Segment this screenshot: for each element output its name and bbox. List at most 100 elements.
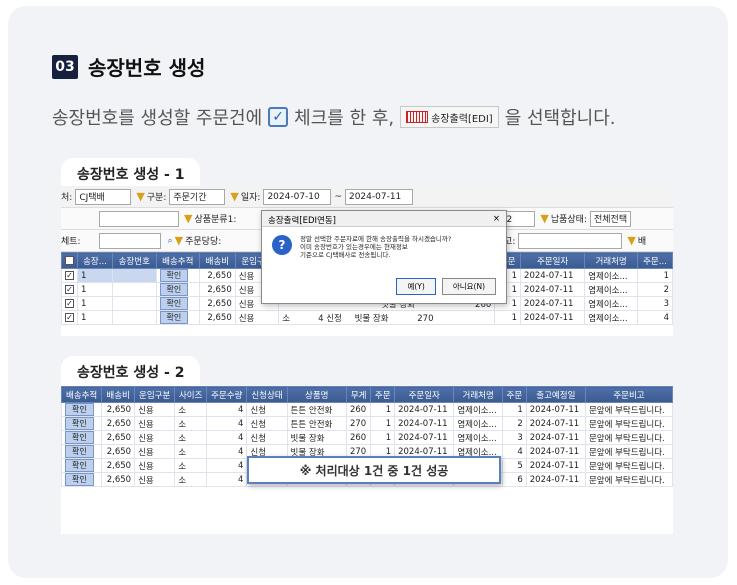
col-header[interactable]: 주문... <box>636 252 673 269</box>
row-checkbox[interactable]: ✓ <box>61 296 78 311</box>
table-cell: 2,650 <box>101 444 136 459</box>
table-cell: 튼튼 안전화 <box>286 402 347 417</box>
yes-button[interactable]: 예(Y) <box>396 278 436 295</box>
table-cell: 염제이소... <box>453 430 503 445</box>
table-cell: 신청 <box>246 430 288 445</box>
table-cell: 소 <box>174 444 208 459</box>
instruction-part3: 을 선택합니다. <box>504 108 616 129</box>
table-cell: 신용 <box>134 416 176 431</box>
col-header[interactable]: 무게 <box>345 386 372 403</box>
panel1-screenshot: 처: CJ택배 ▼ 구분: 주문기간 ▼ 일자: 2024-07-10 ~ 20… <box>61 186 673 336</box>
col-header[interactable]: 운임구분 <box>134 386 176 403</box>
carrier-select[interactable]: CJ택배 <box>75 188 132 205</box>
table-row[interactable]: 확인 2,650 신용 소 4 신청 튼튼 안전화 270 1 2024-07-11 염제이소...… <box>61 416 673 431</box>
invoice-number-cell <box>111 310 157 325</box>
row-checkbox[interactable]: ✓ <box>61 282 78 297</box>
table-row[interactable]: 확인 2,650 신용 소 4 신청 빗물 장화 260 1 2024-07-11 염제이소... 3… <box>61 430 673 445</box>
date-from-input[interactable]: 2024-07-10 <box>263 188 332 205</box>
table-cell: 확인 <box>61 472 103 487</box>
table-cell: 신청 <box>246 416 288 431</box>
tracking-button[interactable]: 확인 <box>65 459 94 472</box>
table-cell: 270 <box>345 416 372 431</box>
tracking-button[interactable]: 확인 <box>65 445 94 458</box>
col-header[interactable]: 주문일자 <box>520 252 586 269</box>
filter-icon: ▼ <box>174 234 184 247</box>
type-select[interactable]: 주문기간 <box>169 188 226 205</box>
dialog-titlebar: 송장출력[EDI연동] × <box>262 211 506 227</box>
date-to-input[interactable]: 2024-07-11 <box>344 188 413 205</box>
row-checkbox[interactable]: ✓ <box>61 268 78 283</box>
table-cell: 확인 <box>61 458 103 473</box>
col-header[interactable]: 주문수량 <box>206 386 248 403</box>
table-cell: 신용 <box>134 472 176 487</box>
col-header[interactable]: 상품명 <box>286 386 347 403</box>
table-cell: 2 <box>502 416 527 431</box>
search-input[interactable] <box>99 210 179 227</box>
table-cell: 1 <box>370 416 396 431</box>
close-icon[interactable]: × <box>493 214 500 224</box>
table-cell: 2,650 <box>101 416 136 431</box>
tracking-button[interactable]: 확인 <box>65 403 94 416</box>
row-checkbox[interactable]: ✓ <box>61 310 78 325</box>
col-header[interactable]: 출고예정일 <box>525 386 586 403</box>
table-cell: 2024-07-11 <box>394 402 455 417</box>
col-header[interactable]: 주문 <box>370 386 396 403</box>
table-cell: 빗물 장화 <box>286 430 347 445</box>
select-all-checkbox[interactable]: ✓ <box>61 252 78 269</box>
edi-confirm-dialog: 송장출력[EDI연동] × ? 정말 선택한 주문자료에 한해 송장출력을 하시… <box>261 210 507 304</box>
col-header[interactable]: 배송비 <box>101 386 136 403</box>
col-header[interactable]: 배송추적 <box>61 386 103 403</box>
tracking-button[interactable]: 확인 <box>65 431 94 444</box>
invoice-number-cell <box>111 268 157 283</box>
table-cell: 소 <box>174 472 208 487</box>
table-cell: 5 <box>502 458 527 473</box>
col-header[interactable]: 송장번호 <box>111 252 157 269</box>
col-header[interactable]: 송장... <box>77 252 113 269</box>
table-cell: 2024-07-11 <box>394 416 455 431</box>
table-header-row: 배송추적 배송비 운임구분 사이즈 주문수량 신청상태 상품명 무게 주문 주문… <box>61 386 673 403</box>
table-cell: 4 <box>206 430 248 445</box>
filter-icon: ▼ <box>627 234 636 247</box>
table-cell: 염제이소... <box>453 416 503 431</box>
col-header[interactable]: 배송비 <box>199 252 236 269</box>
type-label: 구분: <box>146 193 167 203</box>
col-header[interactable]: 배송추적 <box>155 252 201 269</box>
table-cell: 소 <box>174 430 208 445</box>
table-cell: 문앞에 부탁드립니다. <box>584 430 673 445</box>
table-cell: 3 <box>502 430 527 445</box>
col-header[interactable]: 주문비고 <box>584 386 673 403</box>
tracking-button[interactable]: 확인 <box>65 417 94 430</box>
tracking-button[interactable]: 확인 <box>159 269 189 282</box>
col-header[interactable]: 거래처명 <box>584 252 638 269</box>
tracking-button[interactable]: 확인 <box>159 297 189 310</box>
table-cell: 문앞에 부탁드립니다. <box>584 472 673 487</box>
section-title: 송장번호 생성 <box>88 56 206 80</box>
no-button[interactable]: 아니요(N) <box>441 278 496 295</box>
tracking-button[interactable]: 확인 <box>159 283 189 296</box>
table-cell: 신청 <box>246 402 288 417</box>
tracking-button[interactable]: 확인 <box>65 473 94 486</box>
table-cell: 신용 <box>134 430 176 445</box>
table-cell: 신용 <box>134 402 176 417</box>
col-header[interactable]: 주문일자 <box>394 386 455 403</box>
search-icon[interactable]: ⌕ <box>168 236 173 246</box>
col-header[interactable]: 신청상태 <box>246 386 288 403</box>
filter-icon: ▼ <box>184 212 193 225</box>
table-cell: 4 <box>206 458 248 473</box>
order-note-input[interactable] <box>518 232 623 249</box>
col-header[interactable]: 사이즈 <box>174 386 208 403</box>
delivery-status-select[interactable]: 전체전택 <box>589 210 632 227</box>
table-cell: 문앞에 부탁드립니다. <box>584 416 673 431</box>
invoice-number-cell <box>111 282 157 297</box>
tracking-button[interactable]: 확인 <box>159 311 189 324</box>
dialog-buttons: 예(Y) 아니요(N) <box>396 278 496 295</box>
table-row[interactable]: ✓ 1 확인 2,650 신용 소4 신정 빗물 장화 270 1 2024-0… <box>61 310 673 325</box>
filter-input[interactable] <box>98 232 161 249</box>
col-header[interactable]: 주문 <box>502 386 527 403</box>
category-label: 상품분류1: <box>194 215 237 225</box>
table-row[interactable]: 확인 2,650 신용 소 4 신청 튼튼 안전화 260 1 2024-07-11 염제이소...… <box>61 402 673 417</box>
col-header[interactable]: 거래처명 <box>453 386 503 403</box>
table-cell: 1 <box>370 430 396 445</box>
section-heading: 03 송장번호 생성 <box>52 52 205 81</box>
table-cell: 260 <box>345 402 372 417</box>
